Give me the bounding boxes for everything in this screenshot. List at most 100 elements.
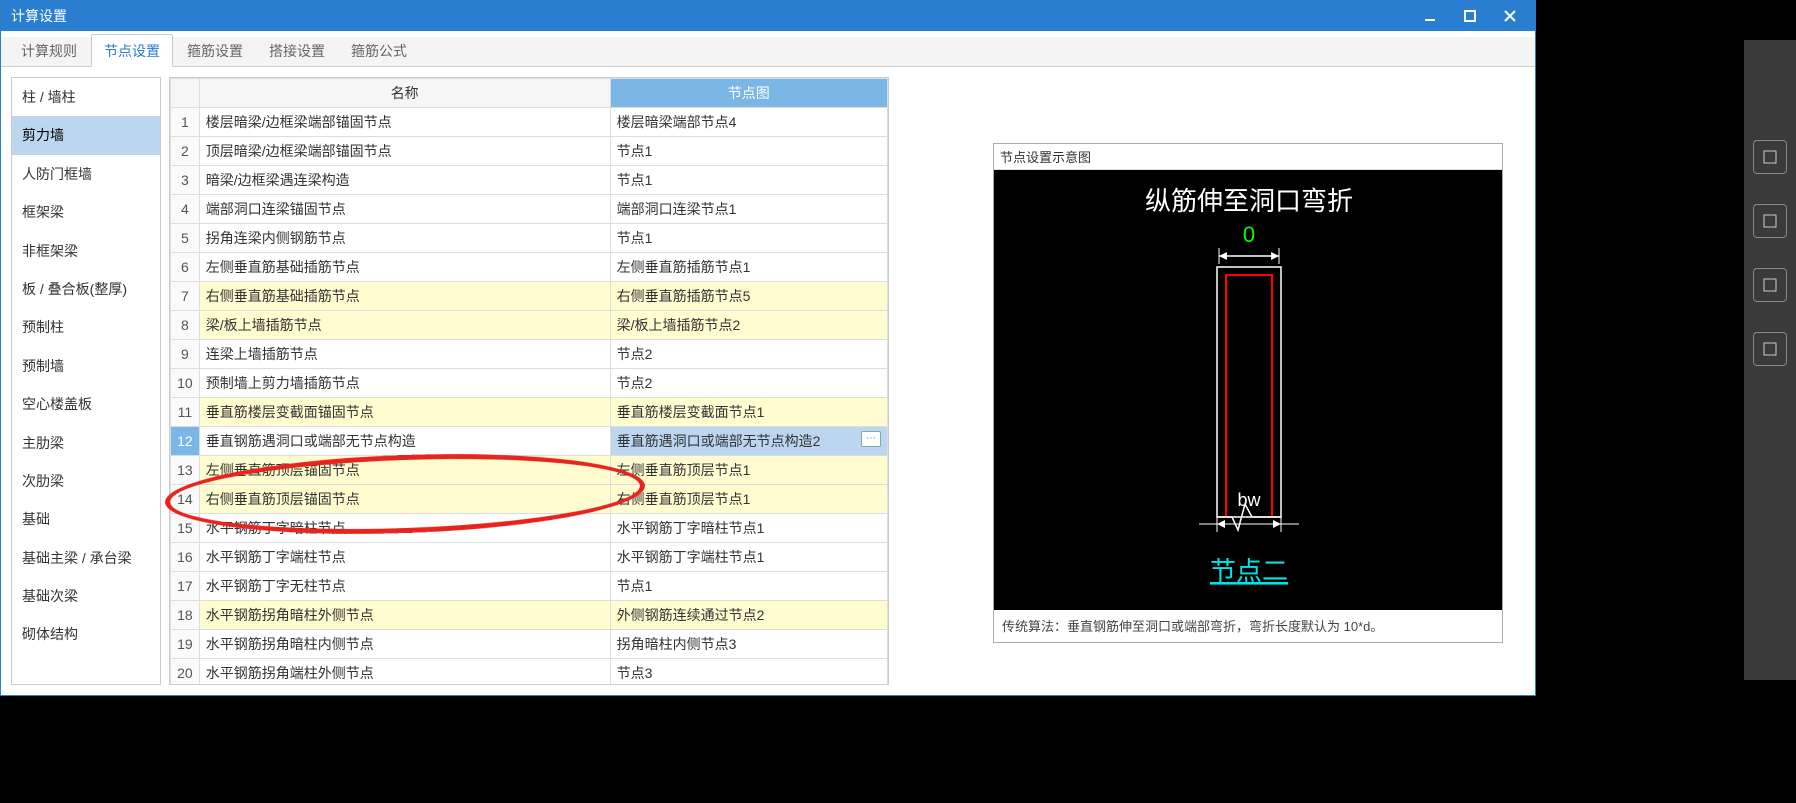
table-row[interactable]: 2顶层暗梁/边框梁端部锚固节点节点1 <box>171 137 888 166</box>
sidebar-item-9[interactable]: 主肋梁 <box>12 424 160 462</box>
row-name: 水平钢筋拐角暗柱外侧节点 <box>199 601 610 630</box>
tab-2[interactable]: 箍筋设置 <box>175 35 255 66</box>
table-row[interactable]: 11垂直筋楼层变截面锚固节点垂直筋楼层变截面节点1 <box>171 398 888 427</box>
row-number: 9 <box>171 340 200 369</box>
row-node[interactable]: 节点1 <box>610 166 887 195</box>
node-table: 名称 节点图 1楼层暗梁/边框梁端部锚固节点楼层暗梁端部节点42顶层暗梁/边框梁… <box>170 78 888 685</box>
maximize-button[interactable] <box>1461 7 1479 25</box>
table-row[interactable]: 1楼层暗梁/边框梁端部锚固节点楼层暗梁端部节点4 <box>171 108 888 137</box>
row-node[interactable]: 垂直筋遇洞口或端部无节点构造2⋯ <box>610 427 887 456</box>
table-row[interactable]: 15水平钢筋丁字暗柱节点水平钢筋丁字暗柱节点1 <box>171 514 888 543</box>
category-sidebar[interactable]: 柱 / 墙柱剪力墙人防门框墙框架梁非框架梁板 / 叠合板(整厚)预制柱预制墙空心… <box>11 77 161 685</box>
row-name: 垂直筋楼层变截面锚固节点 <box>199 398 610 427</box>
table-row[interactable]: 4端部洞口连梁锚固节点端部洞口连梁节点1 <box>171 195 888 224</box>
tab-0[interactable]: 计算规则 <box>9 35 89 66</box>
row-name: 水平钢筋丁字无柱节点 <box>199 572 610 601</box>
close-button[interactable] <box>1501 7 1519 25</box>
table-row[interactable]: 13左侧垂直筋顶层锚固节点左侧垂直筋顶层节点1 <box>171 456 888 485</box>
sidebar-item-3[interactable]: 框架梁 <box>12 193 160 231</box>
sidebar-item-14[interactable]: 砌体结构 <box>12 615 160 653</box>
table-row[interactable]: 5拐角连梁内侧钢筋节点节点1 <box>171 224 888 253</box>
row-node[interactable]: 节点2 <box>610 340 887 369</box>
row-node[interactable]: 左侧垂直筋插筋节点1 <box>610 253 887 282</box>
sidebar-item-12[interactable]: 基础主梁 / 承台梁 <box>12 539 160 577</box>
diagram-caption: 传统算法：垂直钢筋伸至洞口或端部弯折，弯折长度默认为 10*d。 <box>994 610 1502 641</box>
sidebar-item-10[interactable]: 次肋梁 <box>12 462 160 500</box>
sidebar-item-1[interactable]: 剪力墙 <box>12 116 160 154</box>
row-name: 左侧垂直筋基础插筋节点 <box>199 253 610 282</box>
sidebar-item-4[interactable]: 非框架梁 <box>12 232 160 270</box>
row-name: 端部洞口连梁锚固节点 <box>199 195 610 224</box>
row-node[interactable]: 节点1 <box>610 572 887 601</box>
row-number: 15 <box>171 514 200 543</box>
table-row[interactable]: 9连梁上墙插筋节点节点2 <box>171 340 888 369</box>
table-row[interactable]: 3暗梁/边框梁遇连梁构造节点1 <box>171 166 888 195</box>
table-row[interactable]: 14右侧垂直筋顶层锚固节点右侧垂直筋顶层节点1 <box>171 485 888 514</box>
toolbar-icon-2[interactable] <box>1753 204 1787 238</box>
sidebar-item-11[interactable]: 基础 <box>12 500 160 538</box>
row-node[interactable]: 节点1 <box>610 224 887 253</box>
sidebar-item-0[interactable]: 柱 / 墙柱 <box>12 78 160 116</box>
row-name: 水平钢筋丁字端柱节点 <box>199 543 610 572</box>
row-node[interactable]: 节点3 <box>610 659 887 686</box>
tab-1[interactable]: 节点设置 <box>91 34 173 67</box>
table-row[interactable]: 17水平钢筋丁字无柱节点节点1 <box>171 572 888 601</box>
row-number: 1 <box>171 108 200 137</box>
row-node[interactable]: 梁/板上墙插筋节点2 <box>610 311 887 340</box>
row-name: 梁/板上墙插筋节点 <box>199 311 610 340</box>
row-node[interactable]: 水平钢筋丁字端柱节点1 <box>610 543 887 572</box>
toolbar-icon-1[interactable] <box>1753 140 1787 174</box>
table-row[interactable]: 10预制墙上剪力墙插筋节点节点2 <box>171 369 888 398</box>
table-row[interactable]: 18水平钢筋拐角暗柱外侧节点外侧钢筋连续通过节点2 <box>171 601 888 630</box>
row-number: 17 <box>171 572 200 601</box>
row-name: 连梁上墙插筋节点 <box>199 340 610 369</box>
sidebar-item-2[interactable]: 人防门框墙 <box>12 155 160 193</box>
table-row[interactable]: 6左侧垂直筋基础插筋节点左侧垂直筋插筋节点1 <box>171 253 888 282</box>
row-name: 暗梁/边框梁遇连梁构造 <box>199 166 610 195</box>
row-node[interactable]: 节点2 <box>610 369 887 398</box>
row-name: 水平钢筋拐角暗柱内侧节点 <box>199 630 610 659</box>
sidebar-item-7[interactable]: 预制墙 <box>12 347 160 385</box>
row-number: 6 <box>171 253 200 282</box>
toolbar-icon-3[interactable] <box>1753 268 1787 302</box>
diagram-canvas: 纵筋伸至洞口弯折 0 bw <box>994 170 1502 610</box>
row-node[interactable]: 楼层暗梁端部节点4 <box>610 108 887 137</box>
tab-3[interactable]: 搭接设置 <box>257 35 337 66</box>
row-node[interactable]: 外侧钢筋连续通过节点2 <box>610 601 887 630</box>
row-node[interactable]: 节点1 <box>610 137 887 166</box>
content-area: 柱 / 墙柱剪力墙人防门框墙框架梁非框架梁板 / 叠合板(整厚)预制柱预制墙空心… <box>1 67 1535 695</box>
titlebar: 计算设置 <box>1 1 1535 31</box>
sidebar-item-5[interactable]: 板 / 叠合板(整厚) <box>12 270 160 308</box>
row-node[interactable]: 右侧垂直筋插筋节点5 <box>610 282 887 311</box>
row-number: 20 <box>171 659 200 686</box>
node-picker-button[interactable]: ⋯ <box>861 431 881 447</box>
table-header-rownum <box>171 79 200 108</box>
diagram-heading: 纵筋伸至洞口弯折 <box>1145 187 1353 216</box>
diagram-node-label: 节点二 <box>1210 557 1288 586</box>
table-row[interactable]: 7右侧垂直筋基础插筋节点右侧垂直筋插筋节点5 <box>171 282 888 311</box>
row-node[interactable]: 垂直筋楼层变截面节点1 <box>610 398 887 427</box>
sidebar-item-13[interactable]: 基础次梁 <box>12 577 160 615</box>
row-node[interactable]: 端部洞口连梁节点1 <box>610 195 887 224</box>
row-number: 5 <box>171 224 200 253</box>
toolbar-icon-4[interactable] <box>1753 332 1787 366</box>
table-row[interactable]: 12垂直钢筋遇洞口或端部无节点构造垂直筋遇洞口或端部无节点构造2⋯ <box>171 427 888 456</box>
row-number: 4 <box>171 195 200 224</box>
table-row[interactable]: 16水平钢筋丁字端柱节点水平钢筋丁字端柱节点1 <box>171 543 888 572</box>
tab-4[interactable]: 箍筋公式 <box>339 35 419 66</box>
node-table-wrap[interactable]: 名称 节点图 1楼层暗梁/边框梁端部锚固节点楼层暗梁端部节点42顶层暗梁/边框梁… <box>169 77 889 685</box>
table-row[interactable]: 8梁/板上墙插筋节点梁/板上墙插筋节点2 <box>171 311 888 340</box>
sidebar-item-8[interactable]: 空心楼盖板 <box>12 385 160 423</box>
row-node[interactable]: 右侧垂直筋顶层节点1 <box>610 485 887 514</box>
row-node[interactable]: 拐角暗柱内侧节点3 <box>610 630 887 659</box>
table-row[interactable]: 20水平钢筋拐角端柱外侧节点节点3 <box>171 659 888 686</box>
row-name: 左侧垂直筋顶层锚固节点 <box>199 456 610 485</box>
row-number: 18 <box>171 601 200 630</box>
sidebar-item-6[interactable]: 预制柱 <box>12 308 160 346</box>
row-number: 7 <box>171 282 200 311</box>
row-node[interactable]: 左侧垂直筋顶层节点1 <box>610 456 887 485</box>
table-row[interactable]: 19水平钢筋拐角暗柱内侧节点拐角暗柱内侧节点3 <box>171 630 888 659</box>
row-node[interactable]: 水平钢筋丁字暗柱节点1 <box>610 514 887 543</box>
row-name: 右侧垂直筋基础插筋节点 <box>199 282 610 311</box>
minimize-button[interactable] <box>1421 7 1439 25</box>
